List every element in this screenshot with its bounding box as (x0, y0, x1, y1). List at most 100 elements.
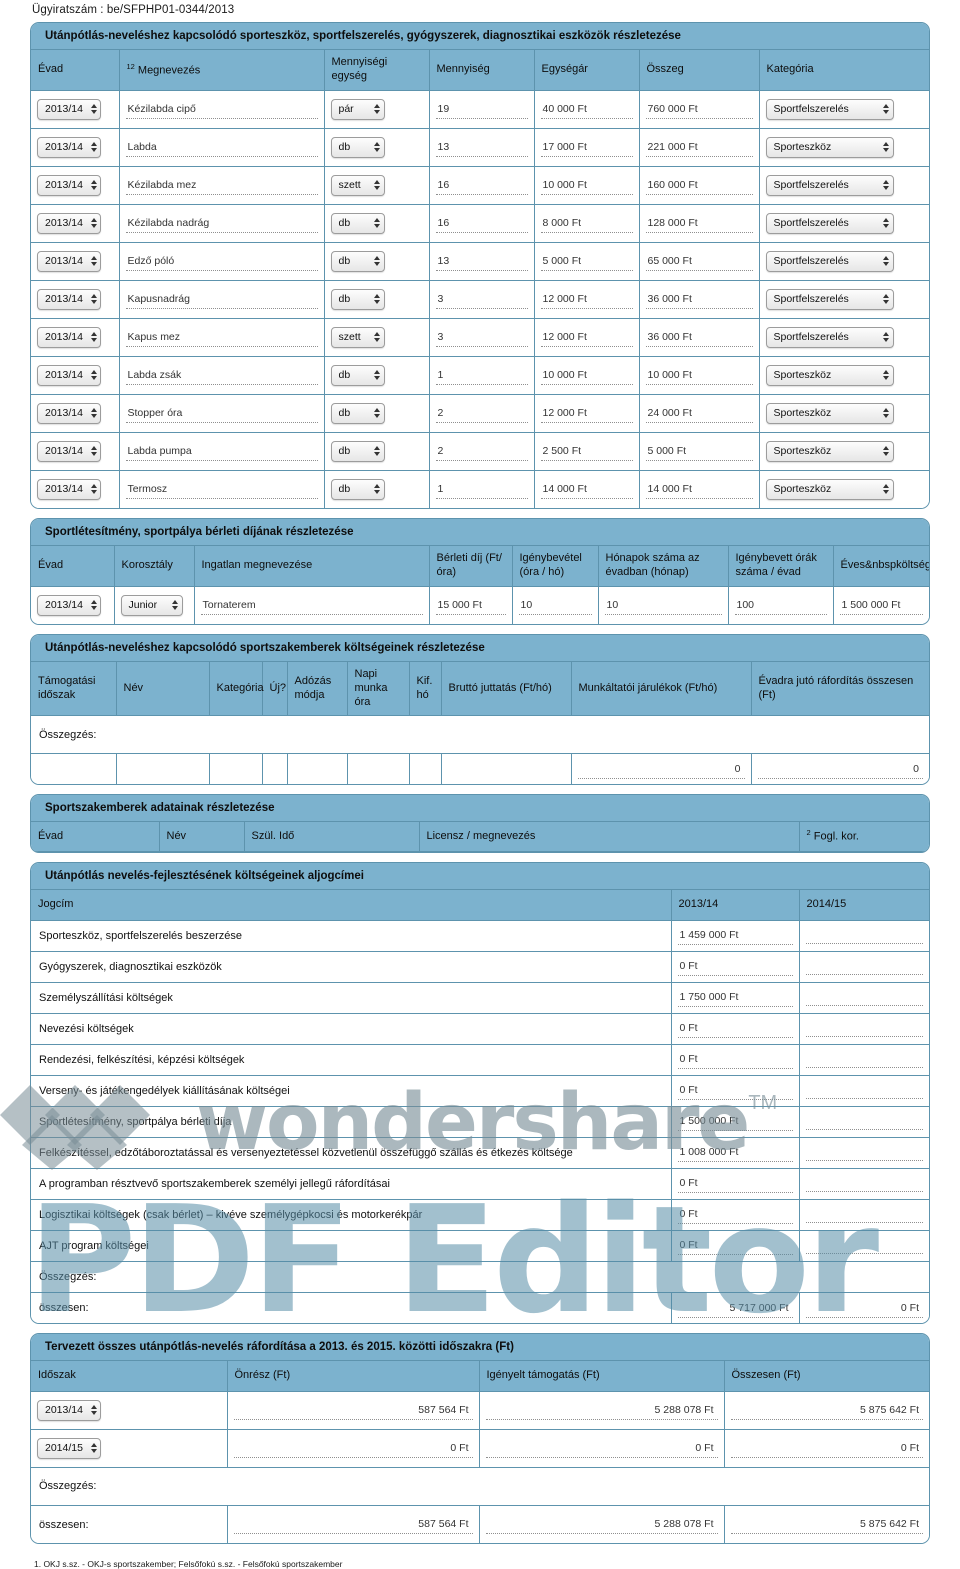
unit-select[interactable]: szett (330, 326, 385, 348)
total-input[interactable]: 0 Ft (730, 1439, 923, 1458)
quantity-input[interactable]: 3 (435, 328, 528, 347)
spinner-arrows-icon[interactable] (89, 294, 97, 304)
age-group-select[interactable]: Junior (120, 594, 183, 616)
amount-2013-14-input[interactable]: 1 500 000 Ft (677, 1112, 793, 1132)
amount-input[interactable]: 128 000 Ft (645, 214, 753, 233)
quantity-input[interactable]: 3 (435, 290, 528, 309)
season-select[interactable]: 2013/14 (37, 250, 101, 272)
property-name-input[interactable]: Tornaterem (200, 596, 423, 615)
period-select[interactable]: 2014/15 (37, 1437, 101, 1459)
usage-input[interactable]: 10 (518, 596, 592, 615)
category-select[interactable]: Sportfelszerelés (765, 212, 894, 234)
spinner-arrows-icon[interactable] (372, 408, 380, 418)
item-name-input[interactable]: Termosz (125, 480, 318, 499)
item-name-input[interactable]: Kézilabda cipő (125, 100, 318, 119)
spinner-arrows-icon[interactable] (881, 446, 889, 456)
own-share-input[interactable]: 587 564 Ft (233, 1401, 473, 1420)
amount-2014-15-input[interactable] (805, 1113, 923, 1131)
unit-select[interactable]: db (330, 402, 385, 424)
spinner-arrows-icon[interactable] (89, 484, 97, 495)
amount-2013-14-input[interactable]: 0 Ft (677, 1019, 793, 1039)
category-select[interactable]: Sportfelszerelés (765, 288, 894, 310)
spinner-arrows-icon[interactable] (372, 370, 380, 380)
quantity-input[interactable]: 1 (435, 366, 528, 385)
quantity-input[interactable]: 2 (435, 442, 528, 461)
spinner-arrows-icon[interactable] (881, 218, 889, 228)
spinner-arrows-icon[interactable] (881, 104, 889, 114)
unit-price-input[interactable]: 2 500 Ft (540, 442, 633, 461)
category-select[interactable]: Sportfelszerelés (765, 174, 894, 196)
amount-input[interactable]: 10 000 Ft (645, 366, 753, 385)
quantity-input[interactable]: 1 (435, 480, 528, 499)
season-select[interactable]: 2013/14 (37, 402, 101, 424)
amount-input[interactable]: 24 000 Ft (645, 404, 753, 423)
season-select[interactable]: 2013/14 (37, 98, 101, 120)
spinner-arrows-icon[interactable] (881, 256, 889, 266)
quantity-input[interactable]: 16 (435, 176, 528, 195)
amount-2014-15-input[interactable] (805, 1020, 923, 1038)
spinner-arrows-icon[interactable] (89, 180, 97, 190)
unit-price-input[interactable]: 12 000 Ft (540, 328, 633, 347)
quantity-input[interactable]: 13 (435, 138, 528, 157)
spinner-arrows-icon[interactable] (372, 142, 380, 152)
spinner-arrows-icon[interactable] (372, 332, 380, 342)
category-select[interactable]: Sporteszköz (765, 402, 894, 424)
amount-2014-15-input[interactable] (805, 1175, 923, 1193)
unit-price-input[interactable]: 17 000 Ft (540, 138, 633, 157)
spinner-arrows-icon[interactable] (89, 332, 97, 342)
amount-2013-14-input[interactable]: 0 Ft (677, 1205, 793, 1225)
unit-select[interactable]: db (330, 288, 385, 310)
season-select[interactable]: 2013/14 (37, 174, 101, 196)
amount-2014-15-input[interactable] (805, 958, 923, 976)
spinner-arrows-icon[interactable] (89, 104, 97, 114)
total-input[interactable]: 5 875 642 Ft (730, 1401, 923, 1420)
total-own-share-value[interactable]: 587 564 Ft (233, 1515, 473, 1534)
amount-2013-14-input[interactable]: 1 459 000 Ft (677, 926, 793, 946)
total-requested-value[interactable]: 5 288 078 Ft (485, 1515, 718, 1534)
unit-price-input[interactable]: 14 000 Ft (540, 480, 633, 499)
amount-2014-15-input[interactable] (805, 989, 923, 1007)
unit-select[interactable]: db (330, 478, 385, 500)
amount-input[interactable]: 160 000 Ft (645, 176, 753, 195)
spinner-arrows-icon[interactable] (881, 294, 889, 304)
category-select[interactable]: Sporteszköz (765, 440, 894, 462)
item-name-input[interactable]: Labda pumpa (125, 442, 318, 461)
amount-input[interactable]: 14 000 Ft (645, 480, 753, 499)
amount-input[interactable]: 65 000 Ft (645, 252, 753, 271)
unit-select[interactable]: db (330, 136, 385, 158)
total-employer-contributions-value[interactable]: 0 (577, 760, 745, 779)
season-select[interactable]: 2013/14 (37, 212, 101, 234)
amount-2014-15-input[interactable] (805, 1051, 923, 1069)
spinner-arrows-icon[interactable] (89, 1443, 97, 1454)
season-select[interactable]: 2013/14 (37, 136, 101, 158)
unit-select[interactable]: pár (330, 98, 385, 120)
amount-2013-14-input[interactable]: 0 Ft (677, 957, 793, 977)
requested-input[interactable]: 0 Ft (485, 1439, 718, 1458)
item-name-input[interactable]: Kézilabda mez (125, 176, 318, 195)
item-name-input[interactable]: Kapus mez (125, 328, 318, 347)
unit-select[interactable]: db (330, 212, 385, 234)
spinner-arrows-icon[interactable] (372, 484, 380, 495)
season-select[interactable]: 2013/14 (37, 364, 101, 386)
amount-2014-15-input[interactable] (805, 1144, 923, 1162)
spinner-arrows-icon[interactable] (89, 600, 97, 611)
amount-2013-14-input[interactable]: 0 Ft (677, 1236, 793, 1256)
spinner-arrows-icon[interactable] (881, 484, 889, 495)
amount-2013-14-input[interactable]: 0 Ft (677, 1081, 793, 1101)
amount-input[interactable]: 221 000 Ft (645, 138, 753, 157)
amount-2014-15-input[interactable] (805, 1206, 923, 1224)
spinner-arrows-icon[interactable] (372, 104, 380, 114)
annual-cost-input[interactable]: 1 500 000 Ft (839, 596, 923, 615)
spinner-arrows-icon[interactable] (881, 370, 889, 380)
amount-2013-14-input[interactable]: 0 Ft (677, 1050, 793, 1070)
spinner-arrows-icon[interactable] (881, 180, 889, 190)
quantity-input[interactable]: 19 (435, 100, 528, 119)
hours-input[interactable]: 100 (734, 596, 827, 615)
quantity-input[interactable]: 2 (435, 404, 528, 423)
spinner-arrows-icon[interactable] (372, 218, 380, 228)
amount-input[interactable]: 760 000 Ft (645, 100, 753, 119)
spinner-arrows-icon[interactable] (881, 332, 889, 342)
season-select[interactable]: 2013/14 (37, 326, 101, 348)
requested-input[interactable]: 5 288 078 Ft (485, 1401, 718, 1420)
grand-total-value[interactable]: 5 875 642 Ft (730, 1515, 923, 1534)
